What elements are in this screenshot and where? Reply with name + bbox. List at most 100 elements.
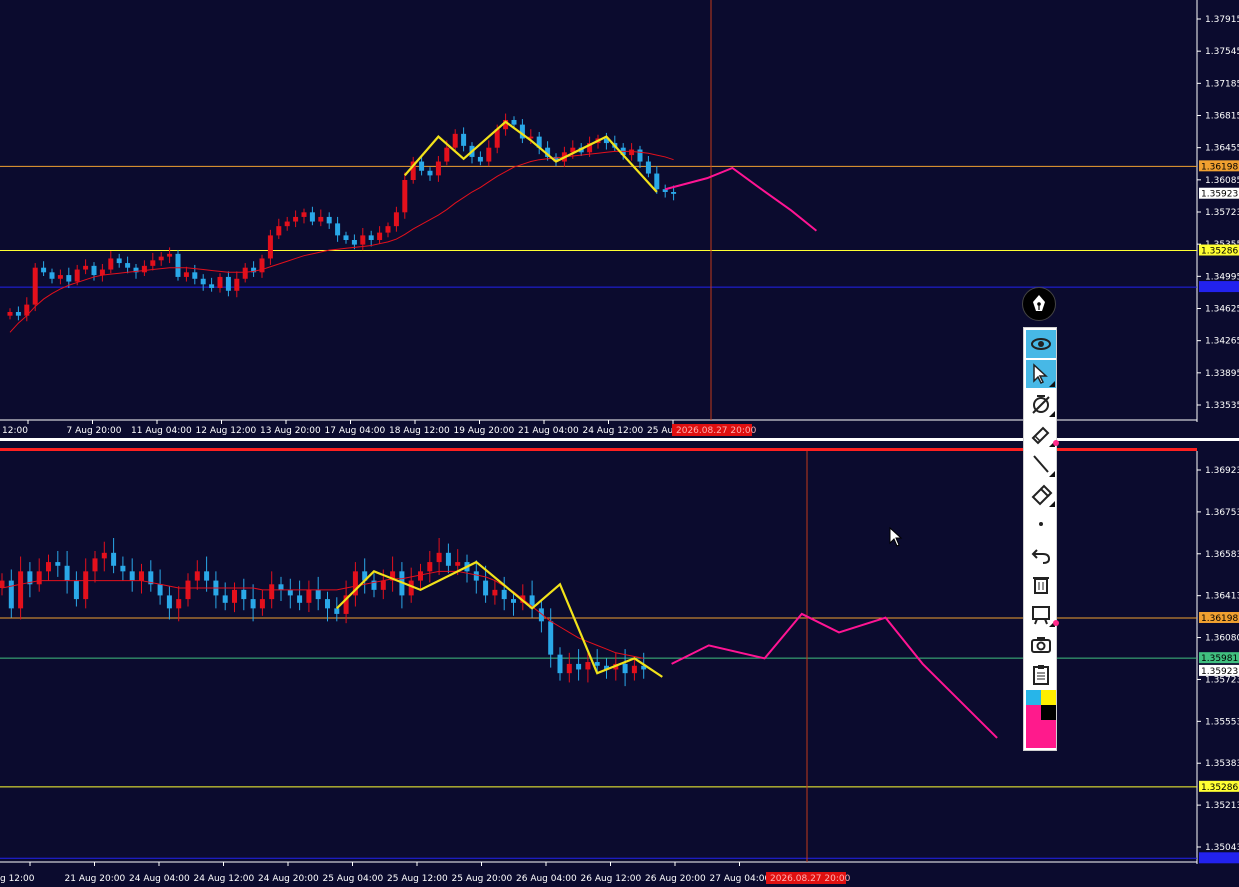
price-tag-bg (1199, 852, 1239, 864)
candle-body (241, 589, 247, 600)
candle-body (15, 312, 21, 316)
candle-body (492, 589, 498, 596)
candle-body (120, 565, 126, 572)
crosshair-time-label: 2026.08.27 20:00 (770, 874, 851, 884)
tool-board-button[interactable] (1026, 600, 1059, 628)
x-tick-label: 12:00 (2, 426, 28, 436)
candle-body (548, 621, 554, 655)
x-tick-label: 19 Aug 20:00 (454, 426, 515, 436)
pane-top-border (0, 448, 1197, 451)
x-tick-label: 17 Aug 04:00 (325, 426, 386, 436)
selected-color-swatch[interactable] (1026, 720, 1056, 748)
candle-body (445, 552, 451, 566)
candle-body (301, 212, 307, 217)
price-tag-label: 1.36198 (1201, 614, 1238, 624)
price-tag-label: 1.35286 (1201, 783, 1238, 793)
tool-screenshot-button[interactable] (1026, 630, 1056, 658)
x-tick-label: 24 Aug 20:00 (258, 874, 319, 884)
x-tick-label: 18 Aug 12:00 (389, 426, 450, 436)
candle-body (141, 265, 147, 273)
tool-select-button[interactable] (1026, 360, 1056, 388)
tool-hide-button[interactable] (1026, 390, 1056, 418)
candle-body (36, 571, 42, 585)
x-tick-label: 21 Aug 20:00 (65, 874, 126, 884)
candle-body (166, 595, 172, 609)
candle-body (385, 226, 391, 233)
candle-body (217, 276, 223, 288)
candle-body (158, 256, 164, 261)
candle-body (0, 580, 5, 588)
candle-body (242, 267, 248, 279)
candle-body (671, 192, 677, 194)
candle-body (315, 589, 321, 600)
candle-body (461, 133, 467, 146)
candle-body (32, 267, 38, 305)
candle-body (427, 562, 433, 572)
price-tag-label: 1.35286 (1201, 247, 1238, 257)
candle-body (486, 147, 492, 162)
y-tick-label: 1.34625 (1205, 305, 1239, 315)
candle-body (8, 580, 14, 609)
trash-icon (1033, 577, 1049, 594)
candle-body (167, 253, 173, 257)
candle-body (418, 571, 423, 581)
crosshair-time-label: 2026.08.27 20:00 (676, 426, 757, 436)
candle-body (419, 161, 425, 171)
tool-highlighter-button[interactable] (1026, 420, 1059, 448)
candle-body (368, 235, 374, 240)
candle-body (91, 265, 97, 276)
x-tick-label: 25 Aug 20:00 (452, 874, 513, 884)
candle-body (276, 226, 282, 236)
candle-body (284, 221, 290, 227)
tool-line-button[interactable] (1026, 450, 1056, 478)
candle-body (326, 216, 332, 224)
candle-body (139, 571, 144, 581)
candle-body (129, 571, 135, 581)
tool-undo-button[interactable] (1026, 540, 1056, 568)
x-tick-label: 7 Aug 20:00 (67, 426, 122, 436)
candle-body (57, 275, 63, 279)
tool-delete-button[interactable] (1026, 570, 1056, 598)
color-swatch-pink[interactable] (1026, 705, 1041, 720)
tool-show-button[interactable] (1026, 330, 1056, 358)
candle-body (436, 552, 442, 563)
pen-toggle-button[interactable] (1022, 287, 1056, 321)
color-swatch-black[interactable] (1041, 705, 1056, 720)
y-tick-label: 1.34995 (1205, 272, 1239, 282)
color-swatch-yellow[interactable] (1041, 690, 1056, 705)
projection-line (664, 166, 818, 232)
y-tick-label: 1.35553 (1205, 717, 1239, 727)
y-tick-label: 1.35723 (1205, 675, 1239, 685)
candle-body (393, 212, 399, 227)
candle-body (185, 580, 191, 600)
candle-body (66, 275, 72, 282)
candle-body (452, 133, 458, 148)
y-tick-label: 1.33895 (1205, 369, 1239, 379)
candle-body (175, 253, 181, 277)
clipboard-icon (1033, 665, 1049, 685)
color-palette (1026, 690, 1056, 748)
candle-body (576, 663, 582, 670)
tool-eraser-button[interactable] (1026, 480, 1056, 508)
candle-body (204, 571, 210, 581)
candle-body (250, 599, 256, 609)
tool-dot-button[interactable] (1026, 510, 1056, 538)
candle-body (351, 240, 357, 245)
candle-body (125, 263, 131, 268)
mouse-cursor-icon (889, 527, 903, 547)
candle-body (335, 223, 341, 236)
y-tick-label: 1.36583 (1205, 550, 1239, 560)
price-tag-label: 1.36198 (1201, 162, 1238, 172)
color-indicator-dot (1053, 620, 1059, 626)
color-swatch-cyan[interactable] (1026, 690, 1041, 705)
drawing-toolbar (1023, 327, 1059, 751)
candle-body (209, 284, 215, 288)
x-tick-label: 26 Aug 12:00 (581, 874, 642, 884)
candle-body (7, 312, 13, 316)
x-tick-label: 24 Aug 12:00 (583, 426, 644, 436)
candle-body (83, 571, 89, 600)
x-tick-label: 26 Aug 04:00 (516, 874, 577, 884)
submenu-indicator (1049, 411, 1055, 417)
tool-clipboard-button[interactable] (1026, 660, 1056, 688)
candle-body (269, 584, 275, 600)
